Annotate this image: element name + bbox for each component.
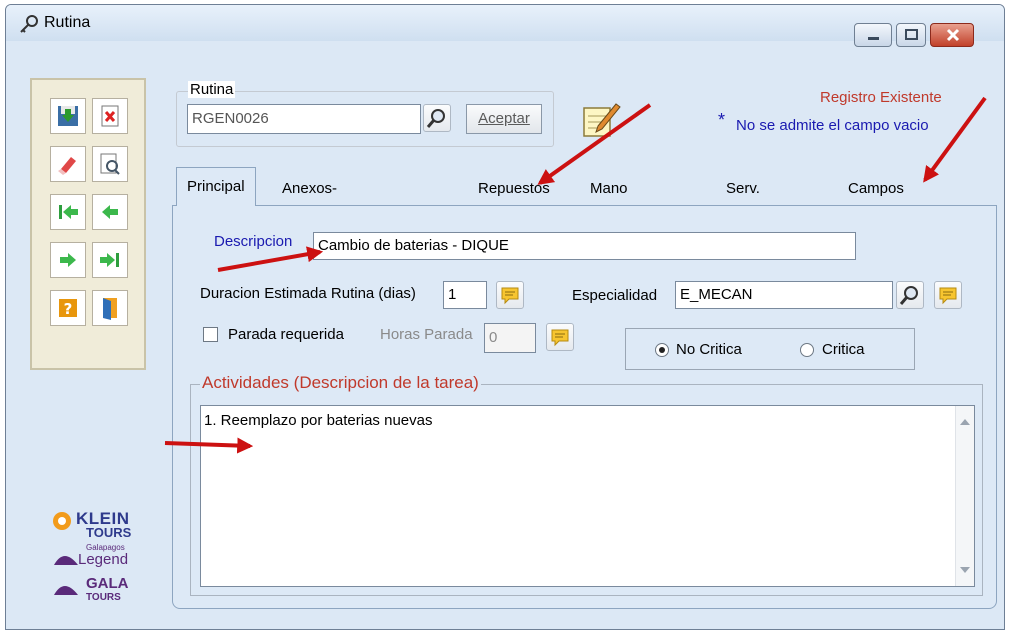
save-button[interactable]: [50, 98, 86, 134]
close-icon: [946, 28, 960, 42]
tab-anexos-requerimientos[interactable]: Anexos-Requerimientos: [282, 173, 387, 229]
search-icon: [899, 286, 918, 305]
horas-note-button[interactable]: [546, 323, 574, 351]
save-icon: [58, 106, 78, 126]
exit-door-icon: [103, 298, 117, 320]
parada-label: Parada requerida: [228, 326, 344, 343]
tab-principal[interactable]: Principal: [176, 167, 256, 206]
legend-logo-text: Legend: [78, 551, 129, 568]
company-logos: KLEIN TOURS Galapagos Legend GALA TOURS: [48, 505, 148, 610]
maximize-button[interactable]: [896, 23, 926, 47]
scroll-down-icon[interactable]: [960, 566, 970, 574]
clear-button[interactable]: [50, 146, 86, 182]
first-record-button[interactable]: [50, 194, 86, 230]
registro-existente-text: Registro Existente: [820, 89, 942, 106]
maximize-icon: [905, 29, 918, 40]
horas-parada-label: Horas Parada: [380, 326, 473, 343]
actividades-textarea[interactable]: 1. Reemplazo por baterias nuevas: [200, 405, 975, 587]
tours-logo-text: TOURS: [86, 525, 132, 540]
especialidad-label: Especialidad: [572, 287, 658, 304]
tortoise-logo-icon: [54, 556, 78, 595]
no-critica-radio[interactable]: [655, 343, 669, 357]
key-icon: [20, 15, 38, 33]
minimize-button[interactable]: [854, 23, 892, 47]
comment-icon: [551, 329, 569, 347]
help-button[interactable]: ?: [50, 290, 86, 326]
last-icon: [100, 253, 119, 267]
gala-logo-text: GALA: [86, 575, 129, 592]
svg-text:?: ?: [64, 300, 73, 318]
previous-record-button[interactable]: [92, 194, 128, 230]
exit-button[interactable]: [92, 290, 128, 326]
actividades-label: Actividades (Descripcion de la tarea): [200, 373, 481, 393]
no-critica-label: No Critica: [676, 341, 742, 358]
gala-tours-logo-text: TOURS: [86, 592, 121, 603]
tab-mano-de-obra[interactable]: Mano de Obra: [590, 173, 628, 261]
minimize-icon: [868, 37, 879, 40]
descripcion-field[interactable]: Cambio de baterias - DIQUE: [313, 232, 856, 260]
rutina-code-field[interactable]: RGEN0026: [187, 104, 421, 134]
preview-button[interactable]: [92, 146, 128, 182]
duracion-label: Duracion Estimada Rutina (dias): [200, 285, 416, 302]
delete-button[interactable]: [92, 98, 128, 134]
required-field-note: No se admite el campo vacio: [736, 117, 929, 134]
first-icon: [59, 205, 78, 219]
next-record-button[interactable]: [50, 242, 86, 278]
actividades-text: 1. Reemplazo por baterias nuevas: [204, 412, 433, 429]
search-icon: [426, 109, 445, 128]
comment-icon: [501, 287, 519, 305]
eraser-icon: [58, 157, 76, 175]
search-rutina-button[interactable]: [423, 104, 451, 132]
preview-icon: [100, 153, 120, 175]
search-especialidad-button[interactable]: [896, 281, 924, 309]
tab-campos-pers[interactable]: Campos Pers.: [848, 173, 904, 229]
required-asterisk: *: [718, 110, 726, 130]
horas-parada-field[interactable]: 0: [484, 323, 536, 353]
descripcion-label: Descripcion: [214, 233, 293, 250]
help-icon: ?: [59, 299, 77, 318]
accept-button[interactable]: Aceptar: [466, 104, 542, 134]
parada-checkbox[interactable]: [203, 327, 218, 342]
comment-icon: [939, 287, 957, 305]
last-record-button[interactable]: [92, 242, 128, 278]
delete-icon: [101, 105, 119, 127]
edit-notes-icon[interactable]: [576, 96, 624, 144]
toolbox: ?: [30, 78, 146, 370]
tab-repuestos[interactable]: Repuestos: [478, 173, 550, 205]
scroll-up-icon[interactable]: [960, 418, 970, 426]
window-title: Rutina: [44, 14, 91, 31]
duracion-note-button[interactable]: [496, 281, 524, 309]
duracion-field[interactable]: 1: [443, 281, 487, 309]
actividades-scrollbar[interactable]: [955, 406, 974, 586]
close-button[interactable]: [930, 23, 974, 47]
critica-radio[interactable]: [800, 343, 814, 357]
especialidad-note-button[interactable]: [934, 281, 962, 309]
title-bar: Rutina: [6, 5, 1004, 47]
tab-serv-externos[interactable]: Serv. Externos: [726, 173, 785, 229]
especialidad-field[interactable]: E_MECAN: [675, 281, 893, 309]
critica-label: Critica: [822, 341, 865, 358]
previous-icon: [102, 205, 118, 219]
next-icon: [60, 253, 76, 267]
rutina-group-label: Rutina: [188, 81, 236, 98]
